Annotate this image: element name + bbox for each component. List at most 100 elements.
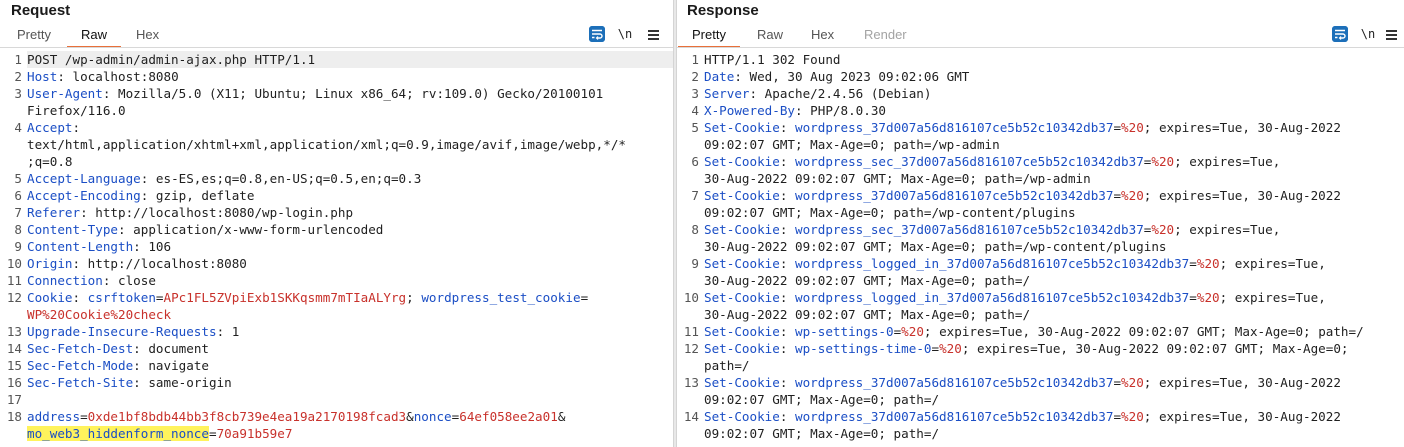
code-token: Connection <box>27 273 103 288</box>
code-token: Referer <box>27 205 81 220</box>
request-tab-raw[interactable]: Raw <box>66 27 122 48</box>
code-token: : same-origin <box>133 375 232 390</box>
line-number: 8 <box>14 222 22 237</box>
code-line: 15 Sec-Fetch-Mode: navigate <box>0 357 673 374</box>
request-menu-icon[interactable] <box>646 27 660 43</box>
code-token: & <box>406 409 414 424</box>
response-menu-icon[interactable] <box>1384 27 1398 43</box>
code-token: %20 <box>1121 120 1144 135</box>
code-token: ; <box>406 290 422 305</box>
line-number: 5 <box>691 120 699 135</box>
response-wrap-button[interactable] <box>1332 26 1348 42</box>
code-token: : gzip, deflate <box>140 188 255 203</box>
code-token: : navigate <box>133 358 209 373</box>
code-token: ; expires=Tue, 30-Aug-2022 09:02:07 GMT;… <box>923 324 1364 339</box>
response-tab-hex[interactable]: Hex <box>811 27 834 47</box>
code-line: 4 X-Powered-By: PHP/8.0.30 <box>677 102 1404 119</box>
code-token: 70a91b59e7 <box>216 426 293 441</box>
code-token: 30-Aug-2022 09:02:07 GMT; Max-Age=0; pat… <box>704 273 1031 288</box>
code-token: : <box>779 222 795 237</box>
response-tab-render[interactable]: Render <box>864 27 907 47</box>
code-line: 09:02:07 GMT; Max-Age=0; path=/wp-admin <box>677 136 1404 153</box>
code-token: : 106 <box>133 239 172 254</box>
code-line: 7 Referer: http://localhost:8080/wp-login… <box>0 204 673 221</box>
request-newline-button[interactable]: \n <box>616 26 634 42</box>
code-line: 09:02:07 GMT; Max-Age=0; path=/wp-conten… <box>677 204 1404 221</box>
response-tab-raw[interactable]: Raw <box>757 27 783 47</box>
code-token: Set-Cookie <box>704 324 780 339</box>
code-line: 30-Aug-2022 09:02:07 GMT; Max-Age=0; pat… <box>677 272 1404 289</box>
code-token: ; expires=Tue, 30-Aug-2022 <box>1143 120 1341 135</box>
response-tab-pretty[interactable]: Pretty <box>678 27 740 48</box>
line-content: Host: localhost:8080 <box>27 68 673 85</box>
code-token: Sec-Fetch-Dest <box>27 341 134 356</box>
code-token: : document <box>133 341 209 356</box>
response-pane: Response Pretty Raw Hex Render \n 1 HTTP/… <box>677 0 1404 447</box>
code-token: : http://localhost:8080 <box>72 256 247 271</box>
code-line: 11 Set-Cookie: wp-settings-0=%20; expires… <box>677 323 1404 340</box>
code-token: %20 <box>1196 290 1220 305</box>
code-token: : <box>779 290 795 305</box>
code-token: = <box>1113 409 1122 424</box>
code-line: 9 Content-Length: 106 <box>0 238 673 255</box>
line-number: 2 <box>691 69 699 84</box>
code-token: wp-settings-time-0 <box>795 341 932 356</box>
wrap-lines-icon <box>589 26 605 42</box>
line-number: 17 <box>6 392 22 407</box>
request-title: Request <box>11 2 71 19</box>
code-token: Accept-Language <box>27 171 141 186</box>
line-content: Content-Type: application/x-www-form-url… <box>27 221 673 238</box>
code-line: 5 Set-Cookie: wordpress_37d007a56d816107c… <box>677 119 1404 136</box>
code-line: 3 Server: Apache/2.4.56 (Debian) <box>677 85 1404 102</box>
code-line: 12 Set-Cookie: wp-settings-time-0=%20; ex… <box>677 340 1404 357</box>
code-token: Sec-Fetch-Site <box>27 375 134 390</box>
code-line: 14 Sec-Fetch-Dest: document <box>0 340 673 357</box>
code-token: 09:02:07 GMT; Max-Age=0; path=/wp-admin <box>704 137 1000 152</box>
code-token: wordpress_sec_37d007a56d816107ce5b52c103… <box>795 154 1144 169</box>
code-token: 09:02:07 GMT; Max-Age=0; path=/wp-conten… <box>704 205 1076 220</box>
code-token: wordpress_37d007a56d816107ce5b52c10342db… <box>795 375 1114 390</box>
code-token: ; expires=Tue, <box>1174 222 1281 237</box>
line-number: 6 <box>14 188 22 203</box>
line-number: 15 <box>6 358 22 373</box>
code-token: : Wed, 30 Aug 2023 09:02:06 GMT <box>734 69 970 84</box>
code-token: ; expires=Tue, 30-Aug-2022 <box>1143 375 1341 390</box>
code-token: = <box>580 290 589 305</box>
line-content: Cookie: csrftoken=APc1FL5ZVpiExb1SKKqsmm… <box>27 289 673 306</box>
line-number: 6 <box>691 154 699 169</box>
line-content: Set-Cookie: wordpress_37d007a56d816107ce… <box>704 187 1404 204</box>
response-editor[interactable]: 1 HTTP/1.1 302 Found 2 Date: Wed, 30 Aug 20… <box>677 51 1404 447</box>
code-token: csrftoken <box>87 290 156 305</box>
request-tab-pretty[interactable]: Pretty <box>17 27 51 47</box>
code-line: 3 User-Agent: Mozilla/5.0 (X11; Ubuntu; L… <box>0 85 673 102</box>
line-content: 30-Aug-2022 09:02:07 GMT; Max-Age=0; pat… <box>704 306 1404 323</box>
request-tab-hex[interactable]: Hex <box>136 27 159 47</box>
code-token: APc1FL5ZVpiExb1SKKqsmm7mTIaALYrg <box>163 290 407 305</box>
code-token: %20 <box>1121 409 1144 424</box>
code-token: Upgrade-Insecure-Requests <box>27 324 217 339</box>
line-number: 18 <box>6 409 22 424</box>
line-content: path=/ <box>704 357 1404 374</box>
line-content: Server: Apache/2.4.56 (Debian) <box>704 85 1404 102</box>
code-token: User-Agent <box>27 86 103 101</box>
code-token: Set-Cookie <box>704 256 780 271</box>
line-content: Content-Length: 106 <box>27 238 673 255</box>
line-content: Set-Cookie: wordpress_37d007a56d816107ce… <box>704 408 1404 425</box>
code-token: nonce <box>413 409 452 424</box>
code-line: 30-Aug-2022 09:02:07 GMT; Max-Age=0; pat… <box>677 170 1404 187</box>
code-token: 30-Aug-2022 09:02:07 GMT; Max-Age=0; pat… <box>704 239 1167 254</box>
line-content: Origin: http://localhost:8080 <box>27 255 673 272</box>
code-line: 1 HTTP/1.1 302 Found <box>677 51 1404 68</box>
request-wrap-button[interactable] <box>589 26 605 42</box>
response-newline-button[interactable]: \n <box>1359 26 1377 42</box>
code-line: 2 Date: Wed, 30 Aug 2023 09:02:06 GMT <box>677 68 1404 85</box>
line-content: Accept-Encoding: gzip, deflate <box>27 187 673 204</box>
code-line: 17 <box>0 391 673 408</box>
line-content: POST /wp-admin/admin-ajax.php HTTP/1.1 <box>27 51 673 68</box>
request-editor[interactable]: 1 POST /wp-admin/admin-ajax.php HTTP/1.1 2… <box>0 51 673 447</box>
line-content: 30-Aug-2022 09:02:07 GMT; Max-Age=0; pat… <box>704 272 1404 289</box>
code-line: 8 Set-Cookie: wordpress_sec_37d007a56d816… <box>677 221 1404 238</box>
code-line: 1 POST /wp-admin/admin-ajax.php HTTP/1.1 <box>0 51 673 68</box>
code-token: : <box>779 409 795 424</box>
code-token: WP%20Cookie%20check <box>27 307 172 322</box>
